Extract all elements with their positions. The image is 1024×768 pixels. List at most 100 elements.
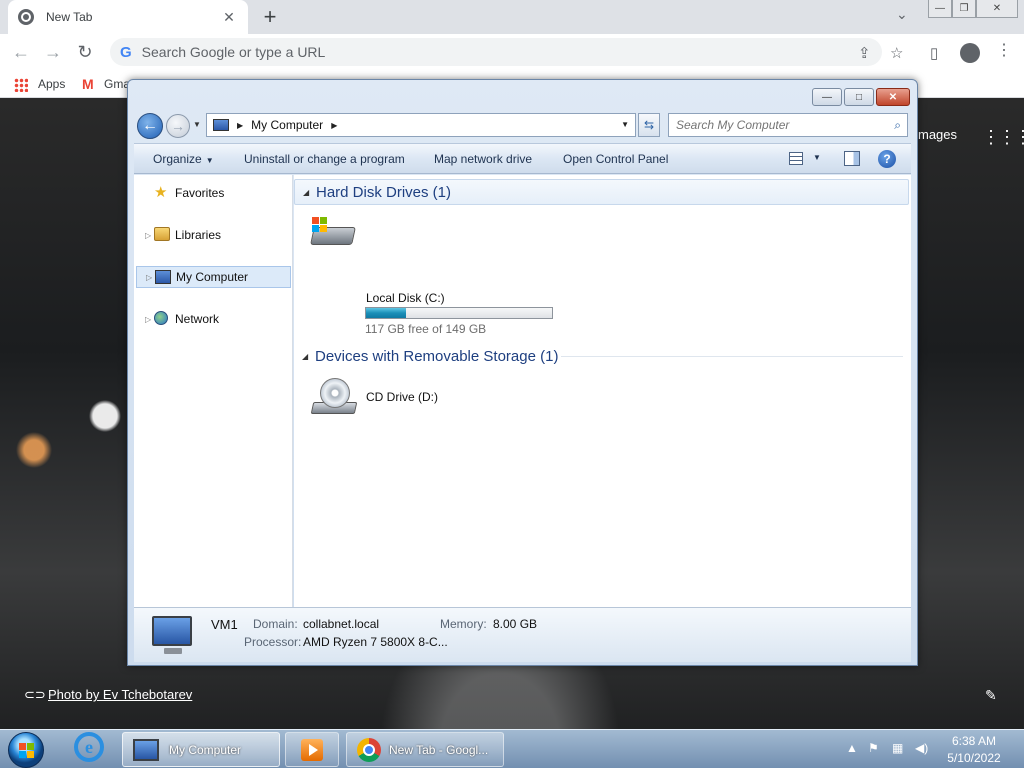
expand-arrow-icon[interactable]: ▷ xyxy=(146,273,152,282)
tab-new-tab[interactable]: New Tab ✕ xyxy=(8,0,248,34)
tab-search-dropdown-icon[interactable]: ⌄ xyxy=(896,6,908,23)
photo-credit-link[interactable]: Photo by Ev Tchebotarev xyxy=(48,687,192,702)
omnibox-placeholder: Search Google or type a URL xyxy=(141,44,326,60)
nav-item-my-computer[interactable]: ▷ My Computer xyxy=(136,266,291,288)
cd-drive-icon[interactable] xyxy=(310,378,358,420)
uninstall-program-button[interactable]: Uninstall or change a program xyxy=(244,152,405,166)
volume-icon[interactable]: ◀) xyxy=(915,741,928,755)
google-g-icon: G xyxy=(120,43,132,61)
search-input[interactable] xyxy=(676,118,876,132)
windows-logo-icon xyxy=(19,743,35,759)
computer-icon xyxy=(155,270,171,284)
refresh-button[interactable]: ⇆ xyxy=(638,113,660,137)
images-link[interactable]: mages xyxy=(918,127,957,142)
profile-avatar-icon[interactable] xyxy=(960,43,980,63)
expand-arrow-icon[interactable]: ▷ xyxy=(145,315,151,324)
gmail-icon[interactable]: M xyxy=(82,76,94,92)
breadcrumb-separator-icon[interactable]: ▶ xyxy=(331,121,337,130)
media-player-icon xyxy=(301,738,323,761)
taskbar-item-label: My Computer xyxy=(169,742,242,757)
group-header-hard-disk-drives[interactable]: ◢ Hard Disk Drives (1) xyxy=(294,179,909,205)
memory-value: 8.00 GB xyxy=(493,617,538,631)
domain-label: Domain: xyxy=(253,617,298,631)
group-title: Devices with Removable Storage (1) xyxy=(315,347,559,365)
change-view-icon[interactable] xyxy=(789,152,803,165)
browser-minimize-button[interactable]: — xyxy=(928,0,952,18)
address-dropdown-icon[interactable]: ▼ xyxy=(621,120,629,129)
expand-arrow-icon[interactable]: ▷ xyxy=(145,231,151,240)
browser-restore-button[interactable]: ❐ xyxy=(952,0,976,18)
taskbar-clock[interactable]: 6:38 AM 5/10/2022 xyxy=(940,733,1008,767)
action-center-flag-icon[interactable]: ⚑ xyxy=(868,741,879,755)
nav-item-label: My Computer xyxy=(176,270,249,284)
google-apps-icon[interactable]: ⋮⋮⋮ xyxy=(982,127,1024,148)
hard-drive-icon[interactable] xyxy=(308,215,356,249)
explorer-minimize-button[interactable]: — xyxy=(812,88,842,106)
preview-pane-icon[interactable] xyxy=(844,151,860,166)
computer-icon xyxy=(213,119,229,131)
back-button[interactable]: ← xyxy=(10,42,32,64)
omnibox[interactable]: G Search Google or type a URL xyxy=(110,38,882,66)
windows-logo-icon xyxy=(312,217,328,233)
file-list-pane: ◢ Hard Disk Drives (1) Local Disk (C:) 1… xyxy=(294,175,911,607)
apps-grid-icon[interactable] xyxy=(14,78,28,92)
start-button[interactable] xyxy=(8,732,44,768)
tab-close-button[interactable]: ✕ xyxy=(220,9,238,26)
taskbar-item-media-player[interactable] xyxy=(285,732,339,767)
group-title: Hard Disk Drives (1) xyxy=(316,183,452,201)
reload-button[interactable]: ↻ xyxy=(74,42,96,64)
organize-button[interactable]: Organize ▼ xyxy=(153,152,214,166)
clock-time: 6:38 AM xyxy=(951,734,997,748)
show-hidden-icons-icon[interactable]: ▲ xyxy=(846,741,858,755)
recent-pages-dropdown-icon[interactable]: ▼ xyxy=(193,120,201,129)
collapse-triangle-icon[interactable]: ◢ xyxy=(303,188,309,197)
cd-disc-icon xyxy=(320,378,350,408)
chrome-icon xyxy=(357,737,381,762)
collapse-triangle-icon[interactable]: ◢ xyxy=(302,352,308,361)
chrome-tab-strip: New Tab ✕ + ⌄ — ❐ ✕ xyxy=(0,0,1024,34)
chrome-favicon-icon xyxy=(18,9,34,25)
search-box[interactable]: ⌕ xyxy=(668,113,908,137)
search-icon[interactable]: ⌕ xyxy=(894,118,901,133)
chevron-down-icon: ▼ xyxy=(205,156,214,165)
nav-item-libraries[interactable]: ▷ Libraries xyxy=(134,224,292,246)
nav-item-label: Libraries xyxy=(175,228,222,242)
bookmark-star-icon[interactable]: ☆ xyxy=(890,44,903,62)
address-bar[interactable]: ▶ My Computer ▶ ▼ xyxy=(206,113,636,137)
explorer-close-button[interactable]: ✕ xyxy=(876,88,910,106)
side-panel-icon[interactable]: ▯ xyxy=(930,44,938,62)
share-icon[interactable]: ⇪ xyxy=(858,44,871,62)
breadcrumb-separator-icon[interactable]: ▶ xyxy=(237,121,243,130)
bookmark-apps[interactable]: Apps xyxy=(38,77,65,91)
network-globe-icon xyxy=(154,311,168,325)
new-tab-button[interactable]: + xyxy=(258,4,282,30)
view-options-dropdown-icon[interactable]: ▼ xyxy=(813,153,821,162)
internet-explorer-icon[interactable]: e xyxy=(74,732,104,762)
drive-name-c[interactable]: Local Disk (C:) xyxy=(366,291,445,305)
organize-label: Organize xyxy=(153,152,202,166)
taskbar-item-chrome[interactable]: New Tab - Googl... xyxy=(346,732,504,767)
explorer-back-button[interactable]: ← xyxy=(137,113,163,139)
network-tray-icon[interactable]: ▦ xyxy=(892,741,903,755)
chrome-menu-icon[interactable]: ⋮ xyxy=(996,40,1012,60)
forward-button[interactable]: → xyxy=(42,42,64,64)
browser-close-button[interactable]: ✕ xyxy=(976,0,1018,18)
nav-item-label: Network xyxy=(175,312,220,326)
explorer-forward-button[interactable]: → xyxy=(166,114,190,138)
tab-title: New Tab xyxy=(46,10,93,24)
map-network-drive-button[interactable]: Map network drive xyxy=(434,152,532,166)
open-control-panel-button[interactable]: Open Control Panel xyxy=(563,152,668,166)
libraries-icon xyxy=(154,227,170,241)
processor-value: AMD Ryzen 7 5800X 8-C... xyxy=(303,635,448,649)
nav-item-favorites[interactable]: ★ Favorites xyxy=(134,182,292,204)
customize-pencil-icon[interactable]: ✎ xyxy=(985,687,997,704)
nav-item-network[interactable]: ▷ Network xyxy=(134,308,292,330)
explorer-maximize-button[interactable]: □ xyxy=(844,88,874,106)
breadcrumb-my-computer[interactable]: My Computer xyxy=(251,118,323,132)
command-bar: Organize ▼ Uninstall or change a program … xyxy=(134,143,911,174)
drive-name-d[interactable]: CD Drive (D:) xyxy=(366,390,438,404)
clock-date: 5/10/2022 xyxy=(947,751,1001,765)
taskbar-item-my-computer[interactable]: My Computer xyxy=(122,732,280,767)
group-divider xyxy=(561,356,903,357)
help-icon[interactable]: ? xyxy=(878,150,896,168)
